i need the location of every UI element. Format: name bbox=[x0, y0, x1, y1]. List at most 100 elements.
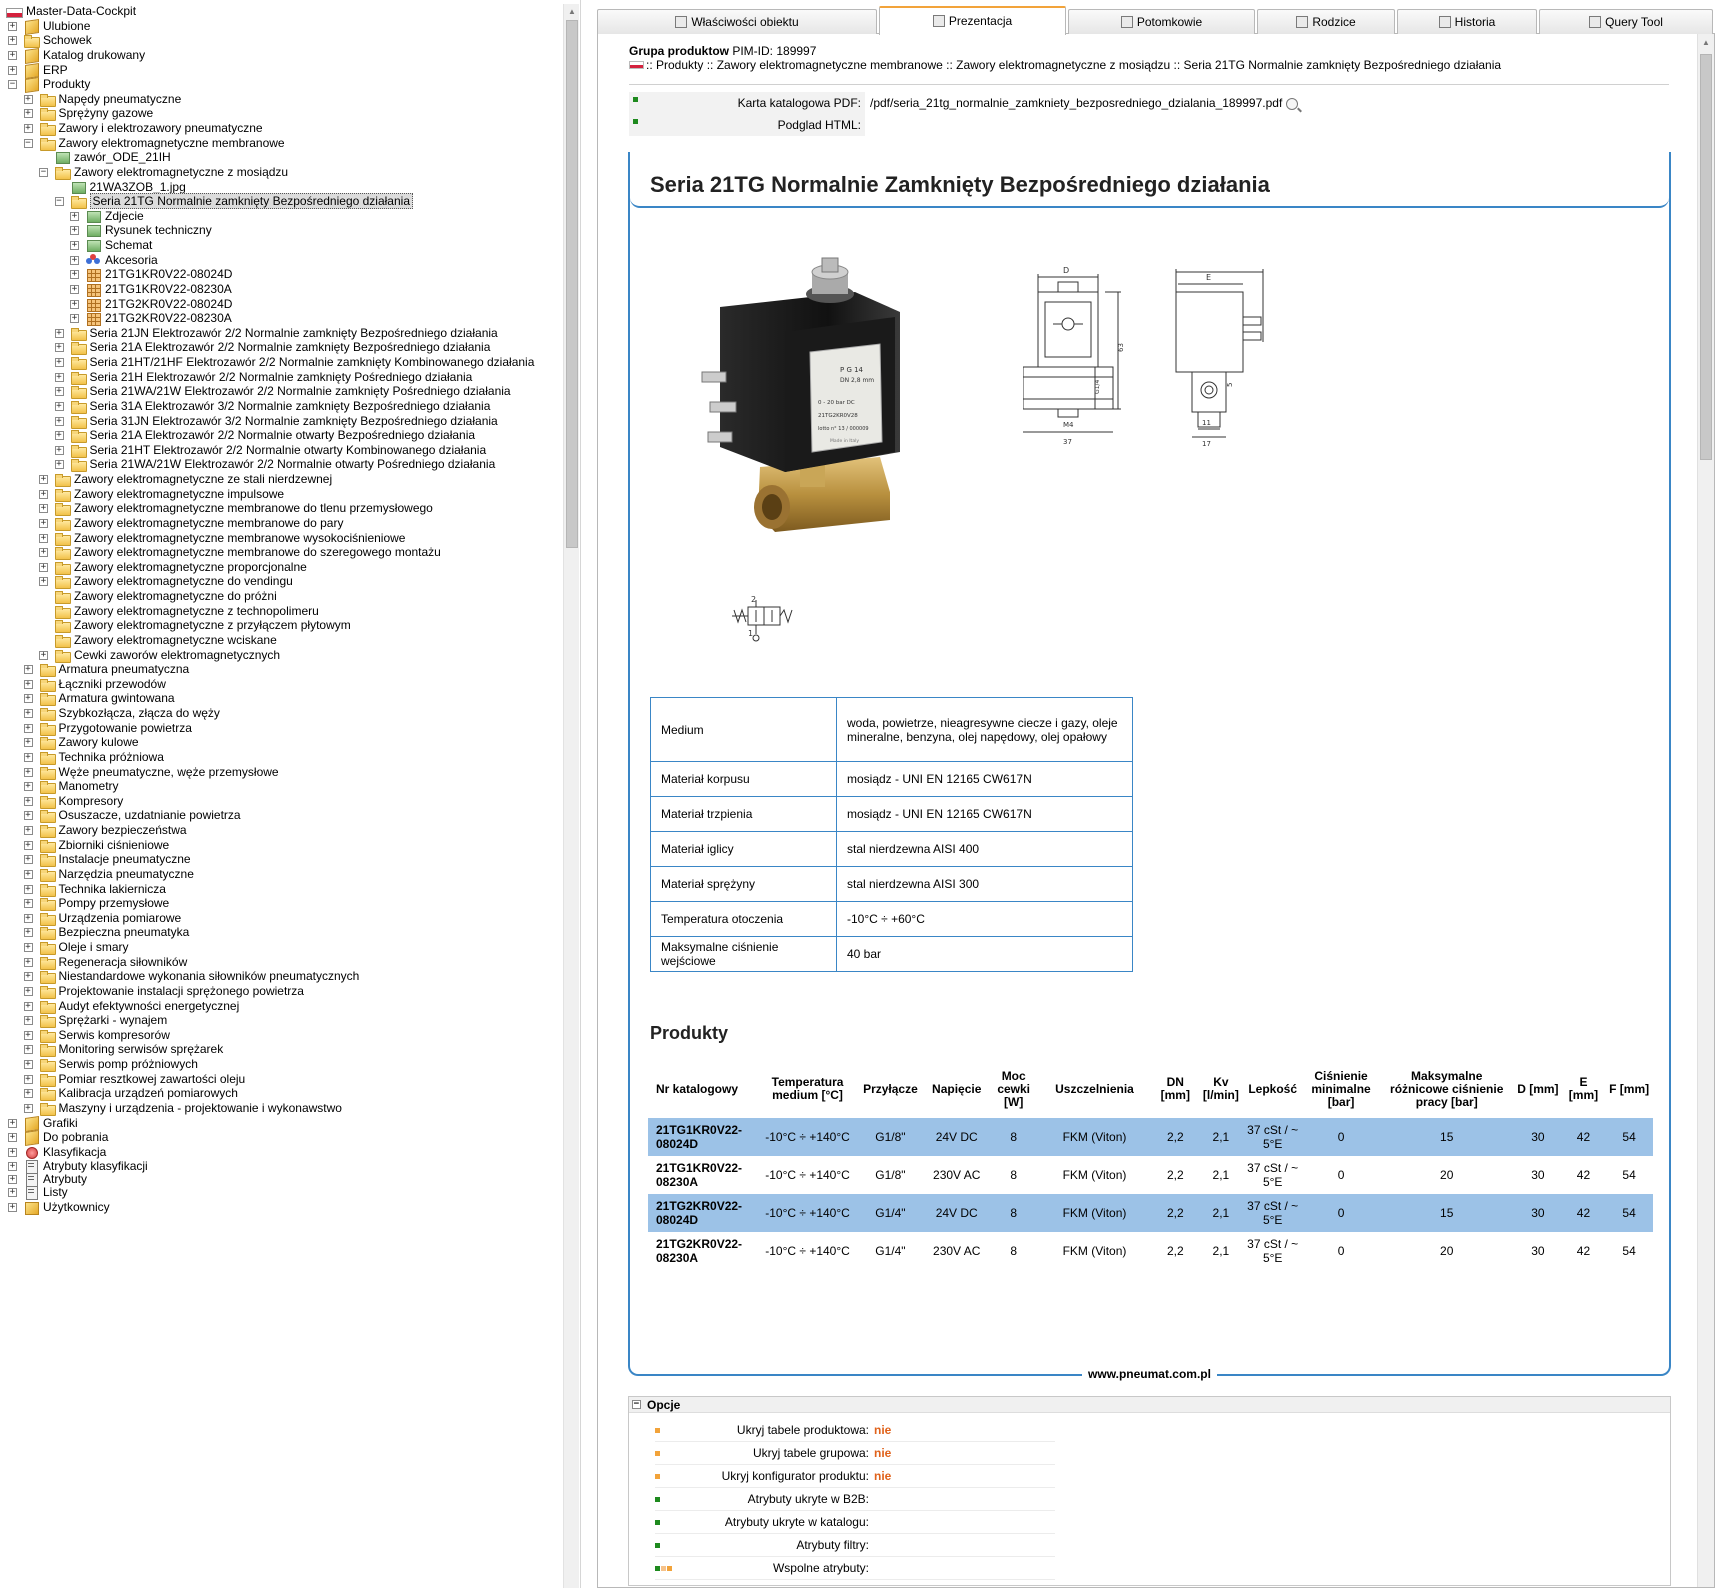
option-value[interactable]: nie bbox=[874, 1465, 891, 1488]
column-header[interactable]: E [mm] bbox=[1562, 1060, 1606, 1118]
tree-item-label[interactable]: Zawory kulowe bbox=[59, 734, 139, 750]
tree-item[interactable]: + Monitoring serwisów sprężarek bbox=[0, 1041, 562, 1058]
tree-item-label[interactable]: Technika próżniowa bbox=[59, 749, 164, 765]
column-header[interactable]: Kv [l/min] bbox=[1199, 1060, 1243, 1118]
tree-item-label[interactable]: Zdjecie bbox=[105, 208, 144, 224]
expand-icon[interactable]: + bbox=[54, 431, 64, 441]
product-row[interactable]: 21TG2KR0V22-08230A -10°C ÷ +140°C G1/4" 230… bbox=[648, 1232, 1653, 1270]
tree-item-label[interactable]: 21TG1KR0V22-08024D bbox=[105, 266, 232, 282]
tree-item-label[interactable]: Narzędzia pneumatyczne bbox=[59, 866, 194, 882]
expand-icon[interactable]: + bbox=[23, 767, 33, 777]
tree-item-label[interactable]: zawór_ODE_21IH bbox=[74, 149, 171, 165]
panel-splitter[interactable] bbox=[580, 0, 596, 1588]
tree-item-label[interactable]: Maszyny i urządzenia - projektowanie i w… bbox=[59, 1100, 342, 1116]
expand-icon[interactable]: + bbox=[8, 21, 17, 31]
tree-item-label[interactable]: Projektowanie instalacji sprężonego powi… bbox=[59, 983, 304, 999]
expand-icon[interactable]: + bbox=[23, 986, 33, 996]
expand-icon[interactable]: + bbox=[23, 913, 33, 923]
expand-icon[interactable]: + bbox=[23, 94, 33, 104]
tree-item[interactable]: − Zawory elektromagnetyczne z mosiądzu bbox=[0, 164, 562, 180]
column-header[interactable]: Napięcie bbox=[924, 1060, 990, 1118]
tree-item[interactable]: + Kompresory bbox=[0, 793, 562, 809]
tree-item[interactable]: + Osuszacze, uzdatnianie powietrza bbox=[0, 807, 562, 824]
tree-item[interactable]: + Technika lakiernicza bbox=[0, 881, 562, 897]
tree-item[interactable]: + Łączniki przewodów bbox=[0, 676, 562, 692]
expand-icon[interactable]: + bbox=[8, 1203, 17, 1212]
tree-item[interactable]: + Cewki zaworów elektromagnetycznych bbox=[0, 647, 562, 663]
tree-item[interactable]: + Atrybuty klasyfikacji bbox=[0, 1158, 562, 1175]
option-value[interactable]: nie bbox=[874, 1419, 891, 1442]
tree-item-label[interactable]: 21TG1KR0V22-08230A bbox=[105, 281, 232, 297]
content-scrollbar-thumb[interactable] bbox=[1700, 54, 1712, 460]
tree-item-label[interactable]: Sprężyny gazowe bbox=[59, 105, 154, 121]
content-scrollbar[interactable]: ▲ bbox=[1697, 34, 1714, 1587]
tree-item[interactable]: + Do pobrania bbox=[0, 1129, 562, 1144]
tab-historia[interactable]: Historia bbox=[1397, 9, 1537, 34]
tree-item[interactable]: + Zawory bezpieczeństwa bbox=[0, 822, 562, 838]
scroll-up-arrow-icon[interactable]: ▲ bbox=[567, 7, 577, 17]
scroll-up-arrow-icon[interactable]: ▲ bbox=[1701, 38, 1711, 48]
tree-item[interactable]: − Zawory elektromagnetyczne membranowe bbox=[0, 135, 562, 151]
collapse-icon[interactable]: − bbox=[8, 80, 17, 90]
expand-icon[interactable]: + bbox=[54, 372, 64, 382]
column-header[interactable]: Moc cewki [W] bbox=[990, 1060, 1038, 1118]
tree-item[interactable]: + Seria 21A Elektrozawór 2/2 Normalnie za… bbox=[0, 339, 562, 356]
expand-icon[interactable]: + bbox=[23, 1060, 33, 1069]
tree-item[interactable]: +21TG2KR0V22-08024D bbox=[0, 296, 562, 312]
pdf-link[interactable]: /pdf/seria_21tg_normalnie_zamkniety_bezp… bbox=[870, 96, 1282, 110]
option-value[interactable]: nie bbox=[874, 1442, 891, 1465]
expand-icon[interactable]: + bbox=[23, 124, 33, 133]
tree-item-label[interactable]: Schowek bbox=[43, 32, 92, 48]
tree-item-label[interactable]: Kalibracja urządzeń pomiarowych bbox=[59, 1085, 238, 1101]
tab-rodzice[interactable]: Rodzice bbox=[1257, 9, 1395, 34]
tree-item[interactable]: + Regeneracja siłowników bbox=[0, 954, 562, 970]
tree-item[interactable]: + Oleje i smary bbox=[0, 939, 562, 955]
tab-query-tool[interactable]: Query Tool bbox=[1539, 9, 1713, 34]
tree-item-label[interactable]: Przygotowanie powietrza bbox=[59, 720, 192, 736]
tree-item-label[interactable]: Zawory i elektrozawory pneumatyczne bbox=[59, 120, 263, 136]
expand-icon[interactable]: + bbox=[39, 562, 48, 572]
expand-icon[interactable]: + bbox=[23, 928, 33, 938]
tab-w-a-ciwo-ci-obiektu[interactable]: Właściwości obiektu bbox=[597, 9, 877, 34]
tree-item[interactable]: + Zawory kulowe bbox=[0, 734, 562, 751]
tree-item-label[interactable]: Katalog drukowany bbox=[43, 47, 145, 63]
tree-item[interactable]: + Rysunek techniczny bbox=[0, 222, 562, 238]
tree-item-label[interactable]: Zawory elektromagnetyczne membranowe wys… bbox=[74, 530, 405, 546]
expand-icon[interactable]: + bbox=[8, 1133, 17, 1143]
options-header[interactable]: − Opcje bbox=[629, 1397, 1670, 1413]
tree-item-label[interactable]: Klasyfikacja bbox=[43, 1144, 106, 1160]
expand-icon[interactable]: + bbox=[70, 270, 79, 280]
expand-icon[interactable]: + bbox=[23, 665, 33, 675]
tree-item[interactable]: + Bezpieczna pneumatyka bbox=[0, 924, 562, 941]
tree-item-label[interactable]: Szybkozłącza, złącza do węży bbox=[59, 705, 220, 721]
tree-item[interactable]: + Seria 21HT Elektrozawór 2/2 Normalnie o… bbox=[0, 442, 562, 458]
expand-icon[interactable]: + bbox=[23, 1030, 33, 1040]
tree-item[interactable]: + Sprężyny gazowe bbox=[0, 105, 562, 122]
expand-icon[interactable]: + bbox=[70, 241, 79, 250]
tree-item[interactable]: + Szybkozłącza, złącza do węży bbox=[0, 705, 562, 721]
tree-item[interactable]: + Maszyny i urządzenia - projektowanie i … bbox=[0, 1100, 562, 1116]
tree-item[interactable]: + Klasyfikacja bbox=[0, 1144, 562, 1159]
tree-item-label[interactable]: ERP bbox=[43, 62, 68, 78]
tree-item-label[interactable]: Bezpieczna pneumatyka bbox=[59, 924, 190, 940]
tree-item-label[interactable]: Osuszacze, uzdatnianie powietrza bbox=[59, 807, 241, 823]
expand-icon[interactable]: + bbox=[23, 826, 33, 835]
column-header[interactable]: Lepkość bbox=[1243, 1060, 1303, 1118]
tree-item[interactable]: zawór_ODE_21IH bbox=[0, 149, 562, 165]
tree-item-label[interactable]: Rysunek techniczny bbox=[105, 222, 212, 238]
tree-item-label[interactable]: Master-Data-Cockpit bbox=[26, 3, 136, 19]
expand-icon[interactable]: + bbox=[23, 840, 33, 850]
expand-icon[interactable]: + bbox=[70, 314, 79, 324]
tree-item[interactable]: + Zawory elektromagnetyczne membranowe do… bbox=[0, 500, 562, 517]
column-header[interactable]: Temperatura medium [°C] bbox=[758, 1060, 857, 1118]
expand-icon[interactable]: + bbox=[70, 284, 79, 294]
tree-item[interactable]: + Seria 31A Elektrozawór 3/2 Normalnie za… bbox=[0, 398, 562, 414]
expand-icon[interactable]: + bbox=[70, 255, 79, 265]
expand-icon[interactable]: + bbox=[23, 943, 33, 952]
tree-item[interactable]: + Seria 21WA/21W Elektrozawór 2/2 Normaln… bbox=[0, 456, 562, 473]
tree-item-label[interactable]: Sprężarki - wynajem bbox=[59, 1012, 168, 1028]
tree-item-label[interactable]: Seria 21JN Elektrozawór 2/2 Normalnie za… bbox=[90, 325, 498, 341]
tree-scrollbar[interactable]: ▲ bbox=[563, 4, 579, 1588]
tree-item-label[interactable]: Armatura pneumatyczna bbox=[59, 661, 190, 677]
tree-item-label[interactable]: Urządzenia pomiarowe bbox=[59, 910, 182, 926]
